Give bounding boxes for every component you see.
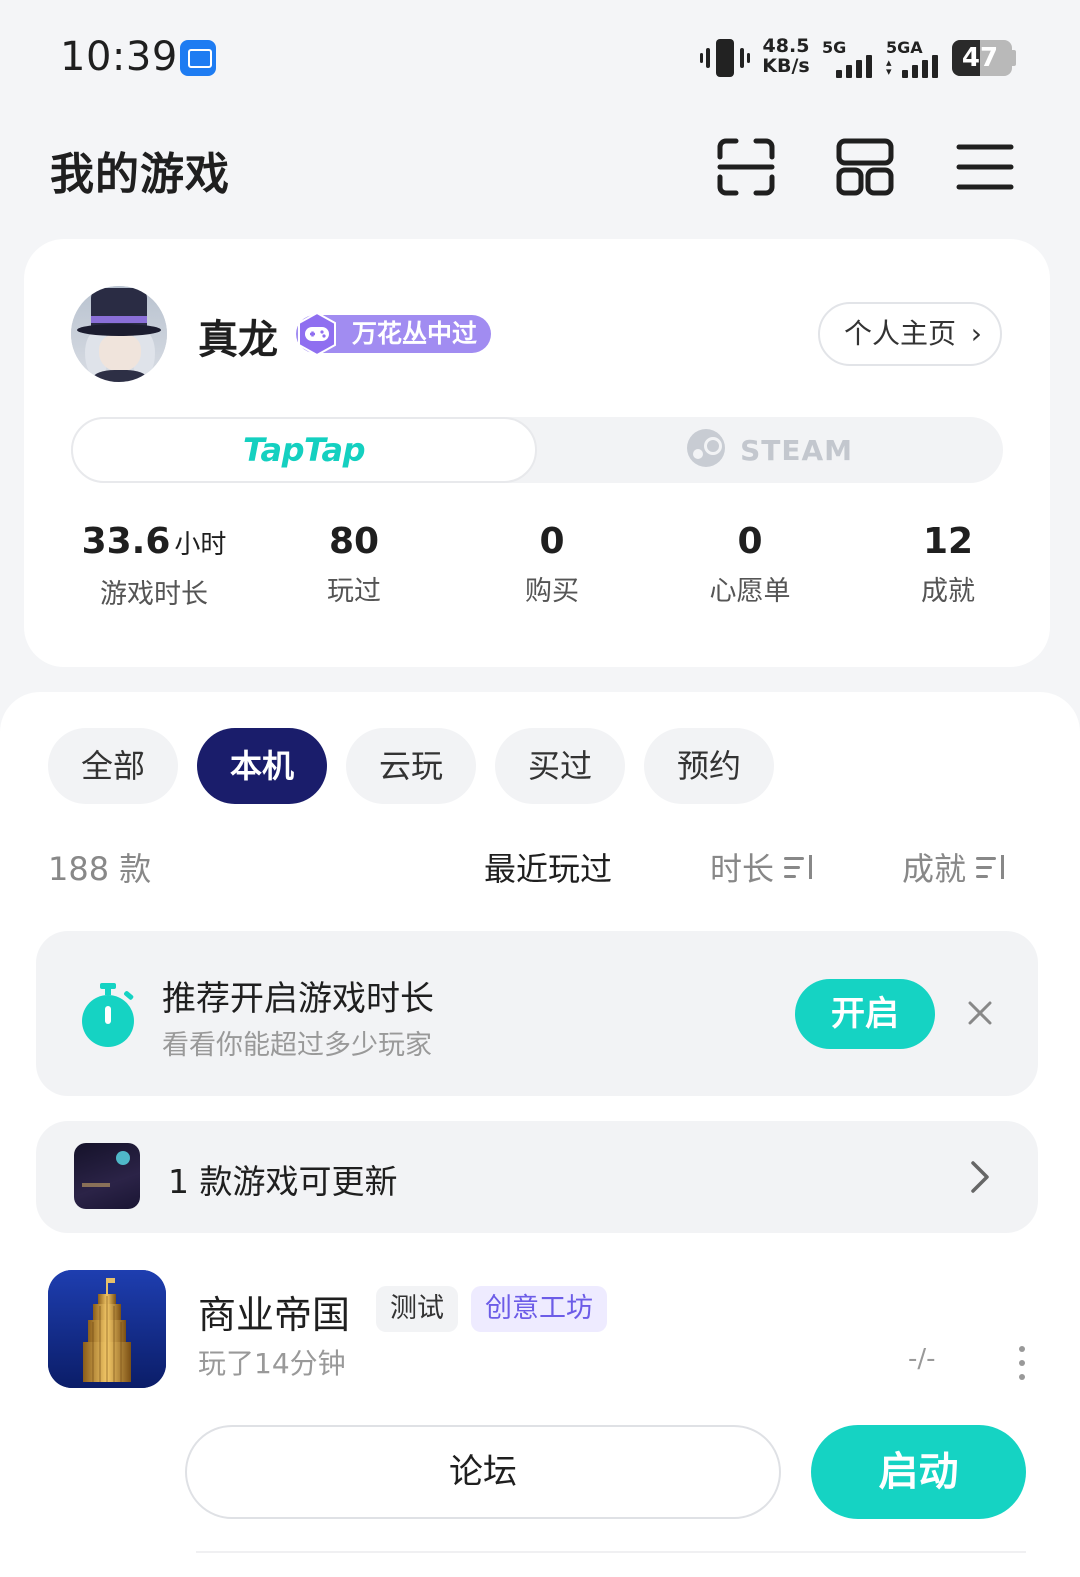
- stat-purchased[interactable]: 0 购买: [452, 519, 652, 615]
- username: 真龙: [198, 317, 278, 363]
- gamepad-icon: [298, 311, 336, 357]
- network-speed: 48.5 KB/s: [762, 35, 810, 77]
- screen-cast-icon: [180, 40, 216, 76]
- page-title: 我的游戏: [50, 149, 230, 200]
- sort-achievements[interactable]: 成就: [902, 844, 1006, 890]
- recommendation-subtitle: 看看你能超过多少玩家: [162, 1030, 432, 1061]
- recommendation-title: 推荐开启游戏时长: [162, 979, 434, 1019]
- game-list-item: 商业帝国 测试 创意工坊 玩了14分钟 -/- 论坛 启动: [0, 1262, 1080, 1577]
- game-list-panel: 全部 本机 云玩 买过 预约 188 款 最近玩过 时长 成就 推荐开启游戏时长…: [0, 692, 1080, 1577]
- tab-steam[interactable]: STEAM: [537, 417, 1003, 483]
- filter-reserved[interactable]: 预约: [644, 728, 774, 804]
- stat-wishlist[interactable]: 0 心愿单: [650, 519, 850, 615]
- filter-cloud[interactable]: 云玩: [346, 728, 476, 804]
- vibrate-icon: [700, 39, 750, 77]
- battery-icon: 47: [952, 40, 1012, 76]
- sort-icon: [784, 855, 814, 881]
- more-options-icon[interactable]: [1012, 1346, 1032, 1380]
- playtime-recommendation-card: 推荐开启游戏时长 看看你能超过多少玩家 开启: [36, 931, 1038, 1096]
- chevron-right-icon: [971, 1161, 989, 1193]
- game-icon-skyscraper[interactable]: [48, 1270, 166, 1388]
- game-count: 188 款: [48, 850, 152, 888]
- steam-icon: [686, 428, 725, 467]
- stat-played[interactable]: 80 玩过: [254, 519, 454, 615]
- sort-recent[interactable]: 最近玩过: [484, 844, 612, 890]
- scan-icon[interactable]: [716, 137, 776, 197]
- game-score: -/-: [908, 1344, 936, 1374]
- launch-button[interactable]: 启动: [811, 1425, 1026, 1519]
- close-icon[interactable]: [960, 993, 1000, 1033]
- filter-all[interactable]: 全部: [48, 728, 178, 804]
- enable-playtime-button[interactable]: 开启: [795, 979, 935, 1049]
- avatar[interactable]: [71, 286, 167, 382]
- filter-local[interactable]: 本机: [197, 728, 327, 804]
- signal-icon-5ga: 5GA ▴ ▾: [884, 38, 946, 78]
- filter-bought[interactable]: 买过: [495, 728, 625, 804]
- menu-icon[interactable]: [955, 137, 1015, 197]
- clock: 10:39: [60, 34, 178, 80]
- signal-icon-5g: 5G: [822, 38, 882, 78]
- updates-available-row[interactable]: 1 款游戏可更新: [36, 1121, 1038, 1233]
- tag-test: 测试: [376, 1286, 458, 1332]
- updates-text: 1 款游戏可更新: [168, 1162, 398, 1201]
- game-playtime: 玩了14分钟: [198, 1347, 346, 1380]
- stat-achievements[interactable]: 12 成就: [848, 519, 1048, 615]
- platform-switch: TapTap STEAM: [71, 417, 1003, 483]
- status-bar: 10:39 48.5 KB/s 5G 5GA ▴ ▾ 47: [0, 0, 1080, 115]
- game-thumbnail: [74, 1143, 140, 1209]
- stats-row: 33.6 小时 游戏时长 80 玩过 0 购买 0 心愿单 12 成就: [54, 519, 1048, 619]
- stopwatch-icon: [82, 983, 134, 1047]
- chevron-right-icon: ›: [970, 317, 982, 350]
- tab-taptap[interactable]: TapTap: [71, 417, 537, 483]
- divider: [196, 1551, 1026, 1553]
- forum-button[interactable]: 论坛: [185, 1425, 781, 1519]
- profile-home-button[interactable]: 个人主页 ›: [818, 302, 1002, 366]
- tag-workshop: 创意工坊: [471, 1286, 607, 1332]
- apps-grid-icon[interactable]: [835, 137, 895, 197]
- sort-icon: [976, 855, 1006, 881]
- profile-card: 真龙 万花丛中过 个人主页 › TapTap STEAM 33.6 小时 游戏时长…: [24, 239, 1050, 667]
- stat-playtime[interactable]: 33.6 小时 游戏时长: [54, 519, 254, 618]
- game-title[interactable]: 商业帝国: [198, 1284, 350, 1339]
- sort-duration[interactable]: 时长: [710, 844, 814, 890]
